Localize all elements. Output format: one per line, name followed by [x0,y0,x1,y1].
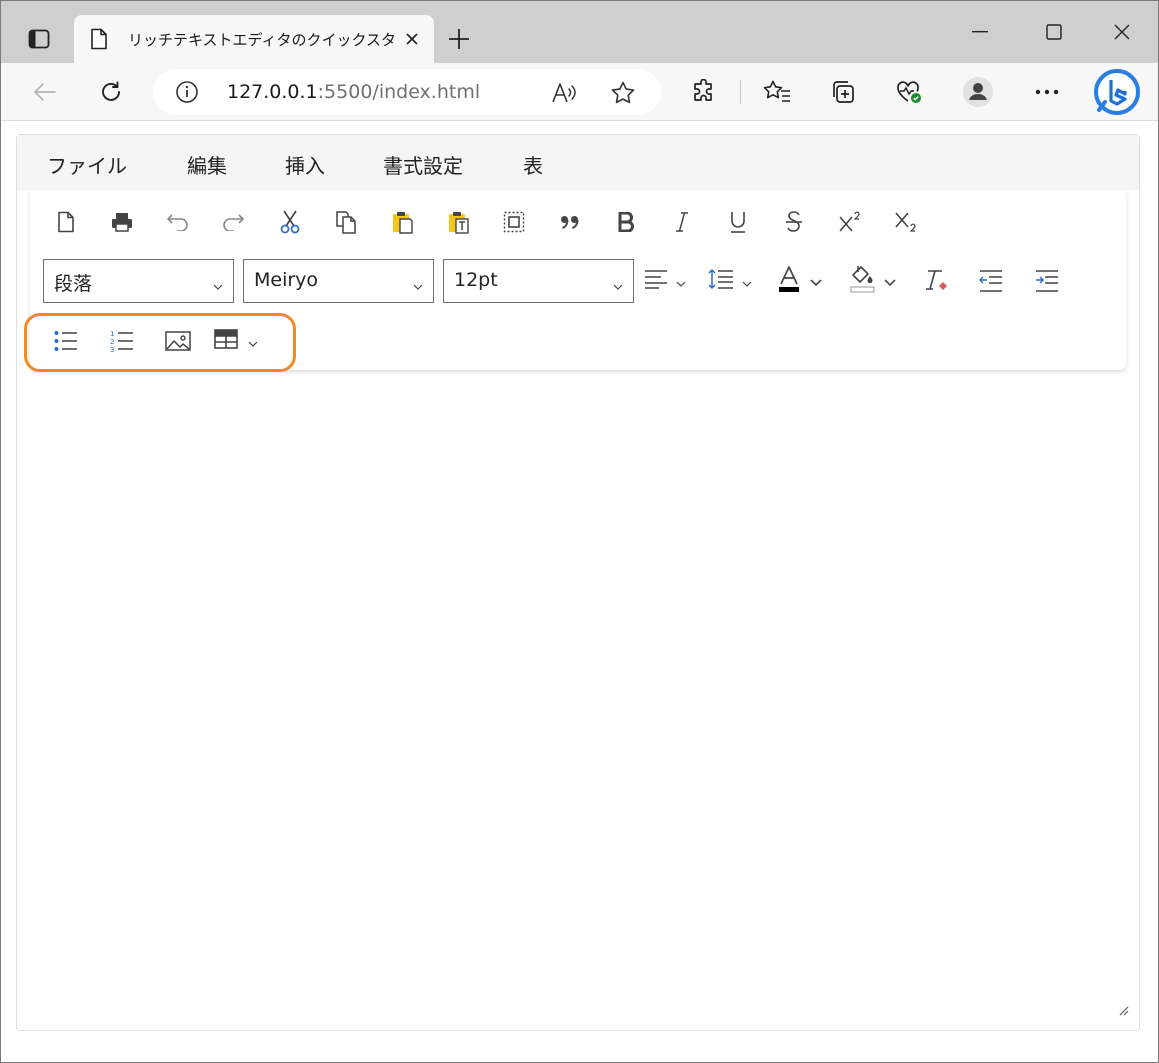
copy-icon[interactable] [326,202,366,242]
indent-icon[interactable] [1027,261,1067,301]
maximize-icon[interactable] [1033,13,1075,51]
text-align-dropdown[interactable] [644,261,686,301]
rich-text-editor: ファイル 編集 挿入 書式設定 表 段落 Meiryo 12pt 1 2 3 [16,134,1140,1031]
blockquote-icon[interactable] [550,202,590,242]
font-size-select[interactable]: 12pt [443,259,634,303]
paint-bucket-icon [850,265,876,297]
line-height-icon [708,268,734,294]
paragraph-format-value: 段落 [54,273,93,295]
paragraph-format-select[interactable]: 段落 [43,259,234,303]
chevron-down-icon [810,272,822,291]
resize-handle-icon[interactable] [1117,1001,1129,1020]
italic-icon[interactable] [662,202,702,242]
browser-essentials-icon[interactable] [892,75,926,109]
cut-icon[interactable] [270,202,310,242]
redo-icon[interactable] [213,202,253,242]
background-color-dropdown[interactable] [850,261,896,301]
font-family-value: Meiryo [254,269,319,291]
menu-file[interactable]: ファイル [47,150,127,179]
url-host: 127.0.0.1 [227,81,318,103]
site-info-icon[interactable] [175,80,199,108]
more-menu-icon[interactable] [1030,75,1064,109]
line-height-dropdown[interactable] [708,261,752,301]
menu-edit[interactable]: 編集 [187,150,227,179]
highlight-annotation [24,313,296,372]
tab-strip: リッチテキストエディタのクイックスタート [1,1,1158,63]
editor-toolbar: 段落 Meiryo 12pt 1 2 3 [24,190,1126,372]
bing-copilot-icon[interactable] [1091,66,1143,118]
font-color-dropdown[interactable] [778,261,822,301]
chevron-down-icon [213,275,223,294]
bold-icon[interactable] [606,202,646,242]
undo-icon[interactable] [158,202,198,242]
subscript-icon[interactable] [886,202,926,242]
url-path: :5500/index.html [317,81,481,103]
back-icon[interactable] [25,73,65,111]
close-window-icon[interactable] [1101,13,1143,51]
address-bar: 127.0.0.1:5500/index.html [1,63,1158,121]
url-field[interactable]: 127.0.0.1:5500/index.html [153,69,661,115]
clear-format-icon[interactable] [916,261,956,301]
extensions-icon[interactable] [687,75,721,109]
superscript-icon[interactable] [830,202,870,242]
font-color-icon [778,266,800,296]
browser-window: リッチテキストエディタのクイックスタート 127.0 [0,0,1159,1063]
url-text: 127.0.0.1:5500/index.html [227,81,480,103]
read-aloud-icon[interactable] [551,80,577,106]
strikethrough-icon[interactable] [774,202,814,242]
print-icon[interactable] [102,202,142,242]
paste-icon[interactable] [382,202,422,242]
outdent-icon[interactable] [971,261,1011,301]
favorites-icon[interactable] [760,75,794,109]
underline-icon[interactable] [718,202,758,242]
document-icon [90,28,108,54]
tab-active[interactable]: リッチテキストエディタのクイックスタート [74,15,434,63]
align-left-icon [644,269,668,293]
select-all-icon[interactable] [494,202,534,242]
collections-icon[interactable] [826,75,860,109]
minimize-icon[interactable] [959,13,1001,51]
chevron-down-icon [613,275,623,294]
editor-content-area[interactable] [17,375,1139,1030]
menu-format[interactable]: 書式設定 [383,150,463,179]
menu-insert[interactable]: 挿入 [285,150,325,179]
font-family-select[interactable]: Meiryo [243,259,434,303]
new-document-icon[interactable] [46,202,86,242]
close-tab-icon[interactable] [400,27,424,51]
menu-table[interactable]: 表 [523,150,543,179]
font-size-value: 12pt [454,269,498,291]
refresh-icon[interactable] [91,73,131,111]
chevron-down-icon [884,272,896,291]
toolbar-separator [740,80,741,104]
favorite-star-icon[interactable] [610,80,636,106]
chevron-down-icon [742,272,752,291]
chevron-down-icon [676,272,686,291]
editor-menu-bar: ファイル 編集 挿入 書式設定 表 [17,135,1139,190]
paste-text-icon[interactable] [438,202,478,242]
sidebar-toggle-icon[interactable] [21,21,57,57]
new-tab-icon[interactable] [443,23,475,55]
tab-title: リッチテキストエディタのクイックスタート [128,31,396,49]
chevron-down-icon [413,275,423,294]
profile-avatar-icon[interactable] [961,75,995,109]
